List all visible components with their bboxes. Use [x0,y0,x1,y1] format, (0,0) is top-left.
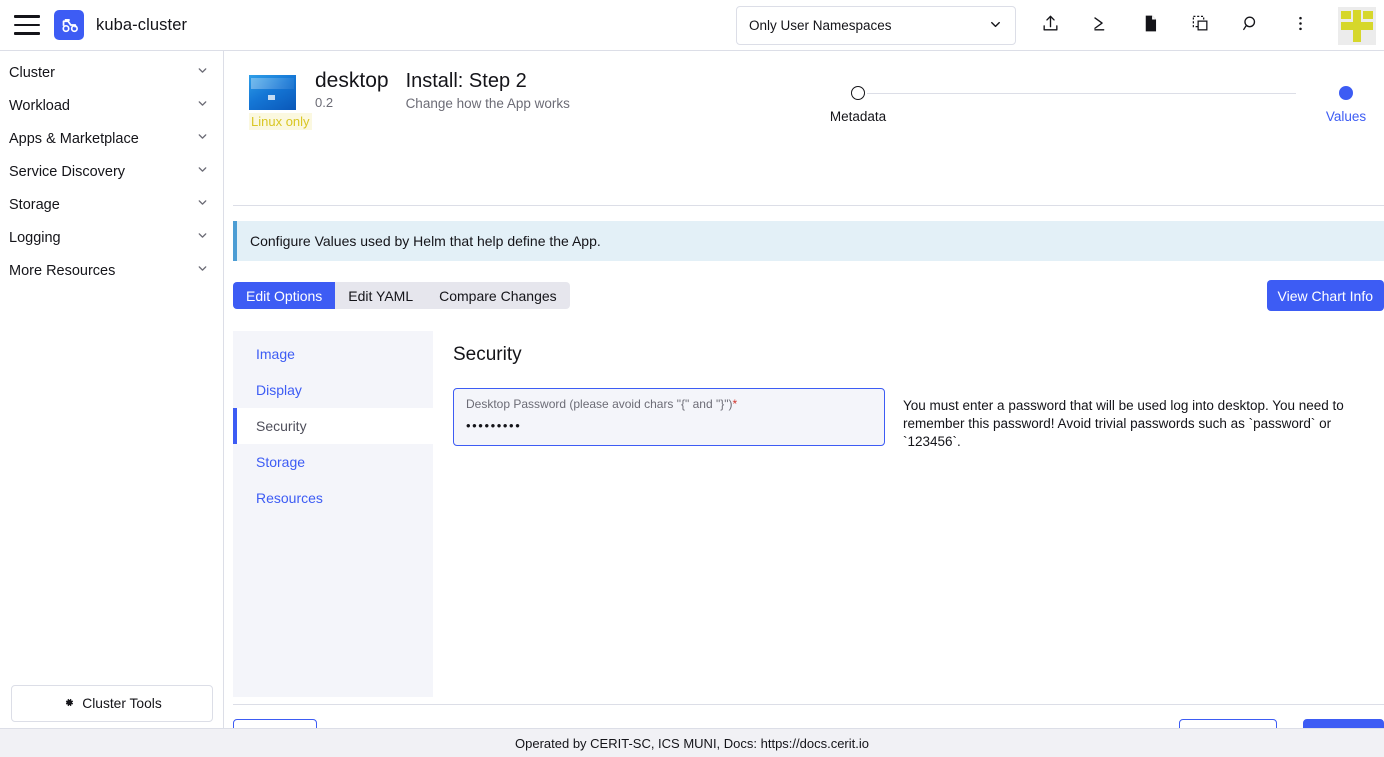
chevron-down-icon [196,97,209,114]
header-actions-group: Only User Namespaces [736,0,1384,51]
tab-label: Compare Changes [439,288,557,304]
step-dot-icon [1339,86,1353,100]
step-dot-icon [851,86,865,100]
subnav-item-image[interactable]: Image [233,336,433,372]
sidebar-item-cluster[interactable]: Cluster [0,56,223,89]
view-chart-info-button[interactable]: View Chart Info [1267,280,1384,311]
sidebar-item-label: Service Discovery [9,164,196,180]
info-banner-text: Configure Values used by Helm that help … [250,233,601,249]
subnav-item-label: Security [256,418,307,434]
step-heading: Install: Step 2 Change how the App works [406,70,570,111]
sidebar-item-label: Logging [9,230,196,246]
chevron-down-icon [196,196,209,213]
step-label: Values [1286,109,1384,124]
install-step-progress: Metadata Values [801,76,1366,131]
top-header-bar: kuba-cluster Only User Namespaces [0,0,1384,51]
desktop-password-input[interactable]: Desktop Password (please avoid chars "{"… [453,388,885,446]
desktop-password-label: Desktop Password (please avoid chars "{"… [466,397,872,411]
tab-edit-yaml[interactable]: Edit YAML [335,282,426,309]
tab-label: Edit YAML [348,288,413,304]
page-title: Install: Step 2 [406,70,570,92]
search-button[interactable] [1234,10,1266,42]
left-sidebar: Cluster Workload Apps & Marketplace Serv… [0,51,224,757]
cluster-tools-button[interactable]: Cluster Tools [11,685,213,722]
footer-divider [233,704,1384,705]
sidebar-item-label: More Resources [9,263,196,279]
chevron-down-icon [196,229,209,246]
operator-footer-bar: Operated by CERIT-SC, ICS MUNI, Docs: ht… [0,728,1384,757]
values-form: Image Display Security Storage Resources… [233,331,1384,697]
step-metadata[interactable]: Metadata [798,76,918,124]
step-values[interactable]: Values [1286,76,1384,124]
desktop-password-label-text: Desktop Password (please avoid chars "{"… [466,397,733,411]
desktop-password-help-text: You must enter a password that will be u… [903,388,1373,451]
security-panel: Security Desktop Password (please avoid … [433,331,1384,697]
values-subnav: Image Display Security Storage Resources [233,331,433,697]
editor-mode-tabs: Edit Options Edit YAML Compare Changes [233,282,570,309]
search-icon [1241,14,1260,38]
tab-label: Edit Options [246,288,322,304]
subnav-item-label: Display [256,382,302,398]
namespace-filter-select[interactable]: Only User Namespaces [736,6,1016,45]
rancher-cluster-icon[interactable] [54,10,84,40]
docs-file-icon [1141,14,1160,38]
docs-button[interactable] [1134,10,1166,42]
import-yaml-icon [1041,14,1060,38]
sidebar-item-workload[interactable]: Workload [0,89,223,122]
import-yaml-button[interactable] [1034,10,1066,42]
info-banner: Configure Values used by Helm that help … [233,221,1384,261]
sidebar-item-label: Storage [9,197,196,213]
kebab-menu-icon [1291,14,1310,38]
main-content: desktop 0.2 Install: Step 2 Change how t… [225,51,1384,757]
subnav-item-label: Storage [256,454,305,470]
chevron-down-icon [196,262,209,279]
copy-kubeconfig-icon [1191,14,1210,38]
chevron-down-icon [196,163,209,180]
kubectl-shell-button[interactable] [1084,10,1116,42]
subnav-item-label: Resources [256,490,323,506]
step-label: Metadata [798,109,918,124]
subnav-item-security[interactable]: Security [233,408,433,444]
operator-footer-text: Operated by CERIT-SC, ICS MUNI, Docs: ht… [515,736,869,751]
tab-edit-options[interactable]: Edit Options [233,282,335,309]
gear-icon [62,696,75,712]
required-asterisk: * [733,397,738,411]
cluster-tools-label: Cluster Tools [82,696,162,711]
sidebar-item-label: Cluster [9,65,196,81]
hamburger-icon[interactable] [14,15,40,35]
subnav-item-resources[interactable]: Resources [233,480,433,516]
step-connector-line [867,93,1296,94]
section-title: Security [453,344,1384,366]
sidebar-item-more-resources[interactable]: More Resources [0,254,223,287]
copy-kubeconfig-button[interactable] [1184,10,1216,42]
more-actions-button[interactable] [1284,10,1316,42]
namespace-filter-value: Only User Namespaces [749,18,892,33]
sidebar-item-label: Apps & Marketplace [9,131,196,147]
sidebar-item-apps-marketplace[interactable]: Apps & Marketplace [0,122,223,155]
subnav-item-label: Image [256,346,295,362]
page-subtitle: Change how the App works [406,96,570,111]
sidebar-item-label: Workload [9,98,196,114]
password-field-row: Desktop Password (please avoid chars "{"… [453,388,1384,451]
chevron-down-icon [988,17,1003,35]
app-name: desktop [315,70,389,92]
sidebar-item-logging[interactable]: Logging [0,221,223,254]
app-identity: desktop 0.2 [315,70,389,110]
sidebar-item-storage[interactable]: Storage [0,188,223,221]
kubectl-shell-icon [1091,14,1110,38]
sidebar-item-service-discovery[interactable]: Service Discovery [0,155,223,188]
cluster-name-label: kuba-cluster [96,16,187,35]
app-install-header: desktop 0.2 Install: Step 2 Change how t… [249,51,1368,111]
subnav-item-storage[interactable]: Storage [233,444,433,480]
header-divider [233,205,1384,206]
chevron-down-icon [196,64,209,81]
platform-badge: Linux only [249,113,312,130]
desktop-password-value: ••••••••• [466,418,872,433]
tab-compare-changes[interactable]: Compare Changes [426,282,570,309]
user-avatar-icon[interactable] [1338,7,1376,45]
subnav-item-display[interactable]: Display [233,372,433,408]
desktop-app-thumbnail [249,75,296,110]
chevron-down-icon [196,130,209,147]
app-version: 0.2 [315,95,389,110]
